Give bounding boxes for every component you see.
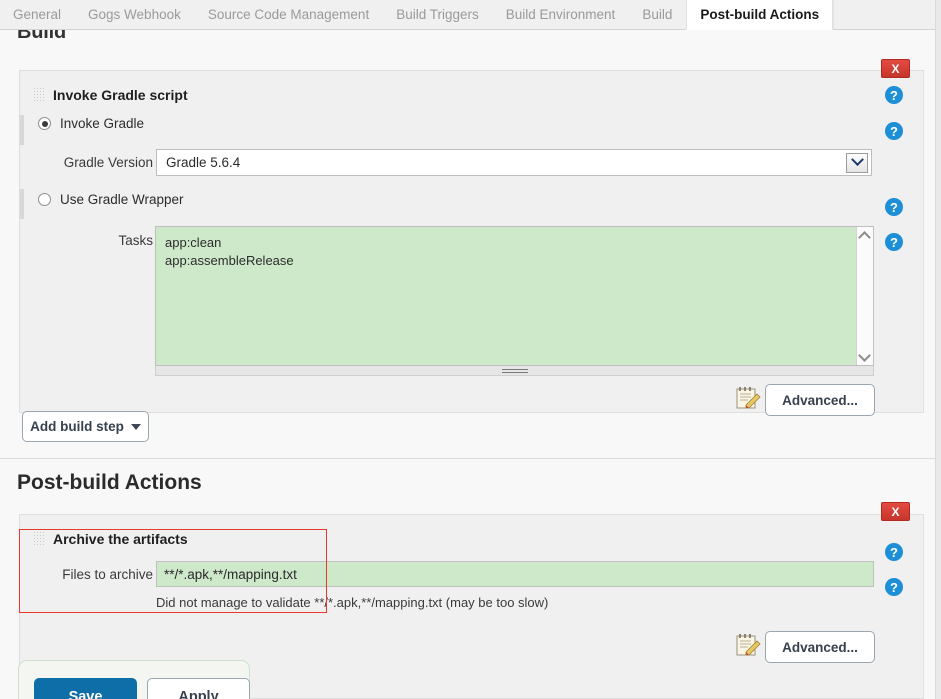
scroll-up-icon[interactable] [860,232,870,242]
tasks-textarea-scrollbar[interactable] [856,227,873,365]
delete-post-build-step-button[interactable]: X [881,502,910,521]
apply-button[interactable]: Apply [147,678,250,699]
build-section-heading: Build [17,30,66,43]
tasks-textarea[interactable]: app:clean app:assembleRelease [155,226,874,366]
option-marker-bar-2 [20,189,24,219]
tasks-field-wrap: app:clean app:assembleRelease [155,226,874,376]
section-divider [0,458,941,459]
radio-label-invoke-gradle: Invoke Gradle [60,116,145,131]
tasks-textarea-resize-handle[interactable] [155,366,874,376]
gradle-version-select[interactable]: Gradle 5.6.4 [156,149,872,176]
page-scrollbar[interactable] [935,0,941,699]
add-build-step-button[interactable]: Add build step [22,411,149,442]
chevron-down-icon [130,423,141,430]
tab-source-code-management[interactable]: Source Code Management [194,0,384,29]
advanced-button[interactable]: Advanced... [765,384,875,416]
radio-row-invoke-gradle[interactable]: Invoke Gradle [38,116,144,131]
files-to-archive-input[interactable]: **/*.apk,**/mapping.txt [156,561,874,587]
radio-label-use-gradle-wrapper: Use Gradle Wrapper [60,192,184,207]
post-build-step-title: Archive the artifacts [53,531,188,547]
files-to-archive-label: Files to archive [62,567,153,582]
help-icon-use-gradle-wrapper[interactable]: ? [885,198,903,216]
advanced-button[interactable]: Advanced... [765,631,875,663]
post-build-actions-heading: Post-build Actions [17,471,202,494]
files-to-archive-value: **/*.apk,**/mapping.txt [164,566,297,582]
build-step-title: Invoke Gradle script [53,87,188,103]
tab-build[interactable]: Build [629,0,687,29]
help-icon-files-to-archive[interactable]: ? [885,578,903,596]
tab-bar-filler [833,0,904,29]
help-icon-invoke-gradle-script[interactable]: ? [885,86,903,104]
config-form-body: Build Invoke Gradle script X Invoke Grad… [0,30,941,699]
tab-build-triggers[interactable]: Build Triggers [383,0,493,29]
gradle-version-label: Gradle Version [63,155,153,170]
build-section-heading-clip: Build [17,30,66,45]
radio-row-use-gradle-wrapper[interactable]: Use Gradle Wrapper [38,192,184,207]
config-tab-bar: General Gogs Webhook Source Code Managem… [0,0,941,30]
tab-gogs-webhook[interactable]: Gogs Webhook [75,0,195,29]
radio-invoke-gradle[interactable] [38,117,51,130]
help-icon-archive-artifacts[interactable]: ? [885,543,903,561]
edit-notepad-icon[interactable] [735,386,761,410]
form-action-bar: Save Apply [18,660,250,699]
tasks-textarea-value: app:clean app:assembleRelease [165,235,294,268]
drag-handle-icon[interactable] [33,531,44,547]
gradle-version-value: Gradle 5.6.4 [166,155,241,170]
files-to-archive-validation-message: Did not manage to validate **/*.apk,**/m… [156,595,549,610]
help-icon-invoke-gradle[interactable]: ? [885,122,903,140]
chevron-down-icon[interactable] [846,152,868,173]
scroll-down-icon[interactable] [860,350,870,360]
tab-general[interactable]: General [0,0,76,29]
radio-use-gradle-wrapper[interactable] [38,193,51,206]
edit-notepad-icon[interactable] [735,633,761,657]
drag-handle-icon[interactable] [33,87,44,103]
option-marker-bar [20,115,24,145]
tasks-label: Tasks [118,233,153,248]
add-build-step-label: Add build step [30,419,124,434]
save-button[interactable]: Save [34,678,137,699]
build-step-invoke-gradle-script: Invoke Gradle script X Invoke Gradle Gra… [19,59,924,416]
tab-post-build-actions[interactable]: Post-build Actions [686,0,834,30]
tab-build-environment[interactable]: Build Environment [492,0,630,29]
delete-build-step-button[interactable]: X [881,59,910,78]
help-icon-tasks[interactable]: ? [885,233,903,251]
jenkins-job-config-page: General Gogs Webhook Source Code Managem… [0,0,941,699]
